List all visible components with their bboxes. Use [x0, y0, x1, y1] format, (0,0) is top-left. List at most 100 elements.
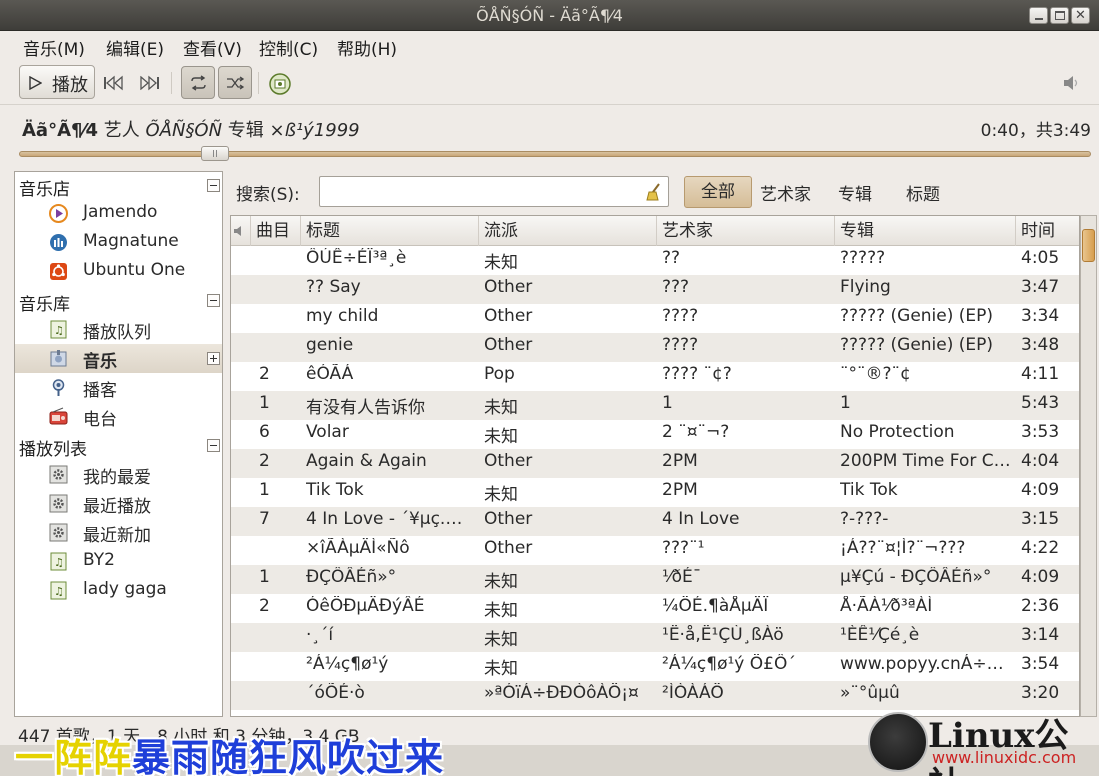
- column-header-title[interactable]: 标题: [301, 216, 479, 246]
- jamendo-icon: [49, 204, 68, 223]
- filter-artist-button[interactable]: 艺术家: [760, 180, 811, 205]
- sidebar-item-by2[interactable]: ♫ BY2: [15, 547, 222, 576]
- menu-control[interactable]: 控制(C): [259, 35, 318, 60]
- menu-help[interactable]: 帮助(H): [337, 35, 397, 60]
- rhythmbox-window: ÕÅÑ§ÓÑ - Äã°Ã¶⁄4 ✕ 音乐(M) 编辑(E) 查看(V) 控制(…: [0, 0, 1099, 776]
- table-cell: 6: [259, 422, 270, 442]
- table-cell: ÐÇÔÂÉñ»°: [306, 567, 397, 587]
- table-row[interactable]: 7 4 In Love - ´¥µç.mp3 Other 4 In Love ?-???…: [231, 507, 1079, 536]
- sidebar-item-recently-added[interactable]: 最近新加: [15, 518, 222, 547]
- table-cell: ²Á¼ç¶ø¹ý Ö£Ô´: [662, 654, 796, 674]
- lyrics-overlay: 一阵阵暴雨随狂风吹过来: [15, 727, 444, 776]
- table-row[interactable]: 2 ÓêÖÐµÄÐýÂÉ 未知 ¼ÖÉ.¶àÅµÄÏ Å·ÃÀ⅟ð³ªÀÌ 2:36: [231, 594, 1079, 623]
- sidebar-item-recently-played[interactable]: 最近播放: [15, 489, 222, 518]
- table-row[interactable]: ÔÚÊ÷ÉÏ³ª¸è 未知??????? 4:05: [231, 246, 1079, 275]
- volume-icon[interactable]: [1061, 73, 1081, 93]
- table-cell: 1: [259, 393, 270, 413]
- table-cell: 4:04: [1021, 451, 1060, 471]
- filter-title-button[interactable]: 标题: [906, 180, 940, 205]
- column-header-time[interactable]: 时间: [1016, 216, 1079, 246]
- sidebar-header-library[interactable]: 音乐库: [19, 290, 70, 315]
- column-header-album[interactable]: 专辑: [835, 216, 1016, 246]
- clear-search-broom-icon[interactable]: [646, 183, 662, 201]
- table-cell: ¨°¨®?¨¢: [840, 364, 911, 384]
- table-cell: ¹ÈÊ⅟Çé¸è: [840, 625, 920, 645]
- sidebar-item-music[interactable]: 音乐: [15, 344, 222, 373]
- seek-handle[interactable]: [200, 146, 229, 161]
- table-row[interactable]: ?? Say Other??? Flying 3:47: [231, 275, 1079, 304]
- table-cell: 2: [259, 364, 270, 384]
- now-playing-info: Äã°Ã¶⁄4 艺人 ÕÅÑ§ÓÑ 专辑 ×ß¹ý1999: [22, 116, 360, 142]
- sidebar-item-radio[interactable]: 电台: [15, 402, 222, 431]
- svg-text:♫: ♫: [54, 585, 64, 598]
- collapse-library-toggle[interactable]: [207, 294, 220, 307]
- sidebar-item-podcasts[interactable]: 播客: [15, 373, 222, 402]
- next-icon[interactable]: [139, 75, 161, 91]
- table-cell: No Protection: [840, 422, 955, 442]
- table-row[interactable]: 2 êÓÃÁ Pop ???? ¨¢? ¨°¨®?¨¢ 4:11: [231, 362, 1079, 391]
- column-header-genre[interactable]: 流派: [479, 216, 657, 246]
- column-header-artist[interactable]: 艺术家: [657, 216, 835, 246]
- minimize-button[interactable]: [1029, 7, 1048, 24]
- sidebar-item-play-queue[interactable]: ♫ 播放队列: [15, 315, 222, 344]
- browse-icon[interactable]: [268, 72, 292, 96]
- radio-icon: [49, 407, 68, 425]
- column-header-status[interactable]: [231, 216, 251, 246]
- table-row[interactable]: my child Other???? ????? (Genie) (EP) 3:34: [231, 304, 1079, 333]
- table-row[interactable]: genie Other???? ????? (Genie) (EP) 3:48: [231, 333, 1079, 362]
- play-button[interactable]: 播放: [19, 65, 95, 99]
- filter-album-button[interactable]: 专辑: [838, 180, 872, 205]
- table-row[interactable]: 1 ÐÇÔÂÉñ»° 未知 ⅟ðÉ¯ µ¥Çú - ÐÇÔÂÉñ»° 4:09: [231, 565, 1079, 594]
- table-row[interactable]: 2 Again & Again Other 2PM 200PM Time For Cha…: [231, 449, 1079, 478]
- table-row[interactable]: 1 Tik Tok 未知 2PM Tik Tok 4:09: [231, 478, 1079, 507]
- playlist-icon: ♫: [50, 552, 67, 571]
- sidebar-header-playlists[interactable]: 播放列表: [19, 435, 87, 460]
- filter-all-button[interactable]: 全部: [684, 176, 752, 208]
- sidebar-item-ubuntu-one[interactable]: Ubuntu One: [15, 257, 222, 286]
- table-row[interactable]: ×îÃÀµÄÌ«Ñô Other ???¨¹ ¡Á??¨¤¦Ì?¨¬??? 4:22: [231, 536, 1079, 565]
- song-title: Äã°Ã¶⁄4: [22, 120, 98, 141]
- collapse-store-toggle[interactable]: [207, 179, 220, 192]
- table-row[interactable]: 6 Volar 未知 2 ¨¤¨¬? No Protection 3:53: [231, 420, 1079, 449]
- shuffle-button[interactable]: [218, 66, 252, 99]
- table-cell: 4 In Love - ´¥µç.mp3: [306, 509, 476, 529]
- sidebar: 音乐店 Jamendo Magnatune Ubuntu One 音乐库 ♫ 播…: [14, 171, 223, 717]
- repeat-button[interactable]: [181, 66, 215, 99]
- table-cell: Volar: [306, 422, 349, 442]
- table-row[interactable]: ·¸´í 未知 ¹Ë·å,Ë¹ÇÙ¸ßÀö ¹ÈÊ⅟Çé¸è 3:14: [231, 623, 1079, 652]
- sidebar-item-label: Ubuntu One: [83, 260, 186, 280]
- menu-edit[interactable]: 编辑(E): [106, 35, 164, 60]
- sidebar-item-lady-gaga[interactable]: ♫ lady gaga: [15, 576, 222, 605]
- sidebar-item-label: 播放队列: [83, 323, 151, 343]
- close-button[interactable]: ✕: [1071, 7, 1090, 24]
- vertical-scrollbar[interactable]: [1080, 215, 1097, 717]
- menu-view[interactable]: 查看(V): [183, 35, 242, 60]
- sidebar-header-store[interactable]: 音乐店: [19, 175, 70, 200]
- sidebar-item-jamendo[interactable]: Jamendo: [15, 199, 222, 228]
- table-cell: ?????: [840, 248, 886, 268]
- column-header-track[interactable]: 曲目: [251, 216, 301, 246]
- table-row[interactable]: ²Á¼ç¶ø¹ý 未知 ²Á¼ç¶ø¹ý Ö£Ô´ www.popyy.cnÁ÷ÐÐ 3…: [231, 652, 1079, 681]
- sidebar-item-label: 我的最爱: [83, 468, 151, 488]
- table-header: 曲目 标题 流派 艺术家 专辑 时间: [231, 216, 1079, 246]
- expand-music-toggle[interactable]: [207, 352, 220, 365]
- sidebar-item-label: BY2: [83, 550, 115, 570]
- sidebar-item-favorites[interactable]: 我的最爱: [15, 460, 222, 489]
- table-cell: ¼ÖÉ.¶àÅµÄÏ: [662, 596, 769, 616]
- maximize-button[interactable]: [1050, 7, 1069, 24]
- table-cell: 3:54: [1021, 654, 1060, 674]
- table-cell: 3:15: [1021, 509, 1060, 529]
- sidebar-item-magnatune[interactable]: Magnatune: [15, 228, 222, 257]
- collapse-playlists-toggle[interactable]: [207, 439, 220, 452]
- table-row[interactable]: ´óÕÉ·ò »ªÓïÁ÷ÐÐÒôÀÖ¡¤ ²ÌÒÀÁÖ »¨°ûµû 3:20: [231, 681, 1079, 710]
- table-row[interactable]: 1 有没有人告诉你 未知 1 1 5:43: [231, 391, 1079, 420]
- previous-icon[interactable]: [103, 75, 125, 91]
- menu-music[interactable]: 音乐(M): [23, 35, 85, 60]
- table-cell: Other: [484, 509, 533, 529]
- table-cell: 未知: [484, 601, 518, 621]
- table-cell: ²ÌÒÀÁÖ: [662, 683, 724, 703]
- seek-bar[interactable]: [19, 151, 1091, 157]
- table-cell: 4:09: [1021, 480, 1060, 500]
- search-input[interactable]: [319, 176, 669, 207]
- scrollbar-thumb[interactable]: [1082, 229, 1095, 262]
